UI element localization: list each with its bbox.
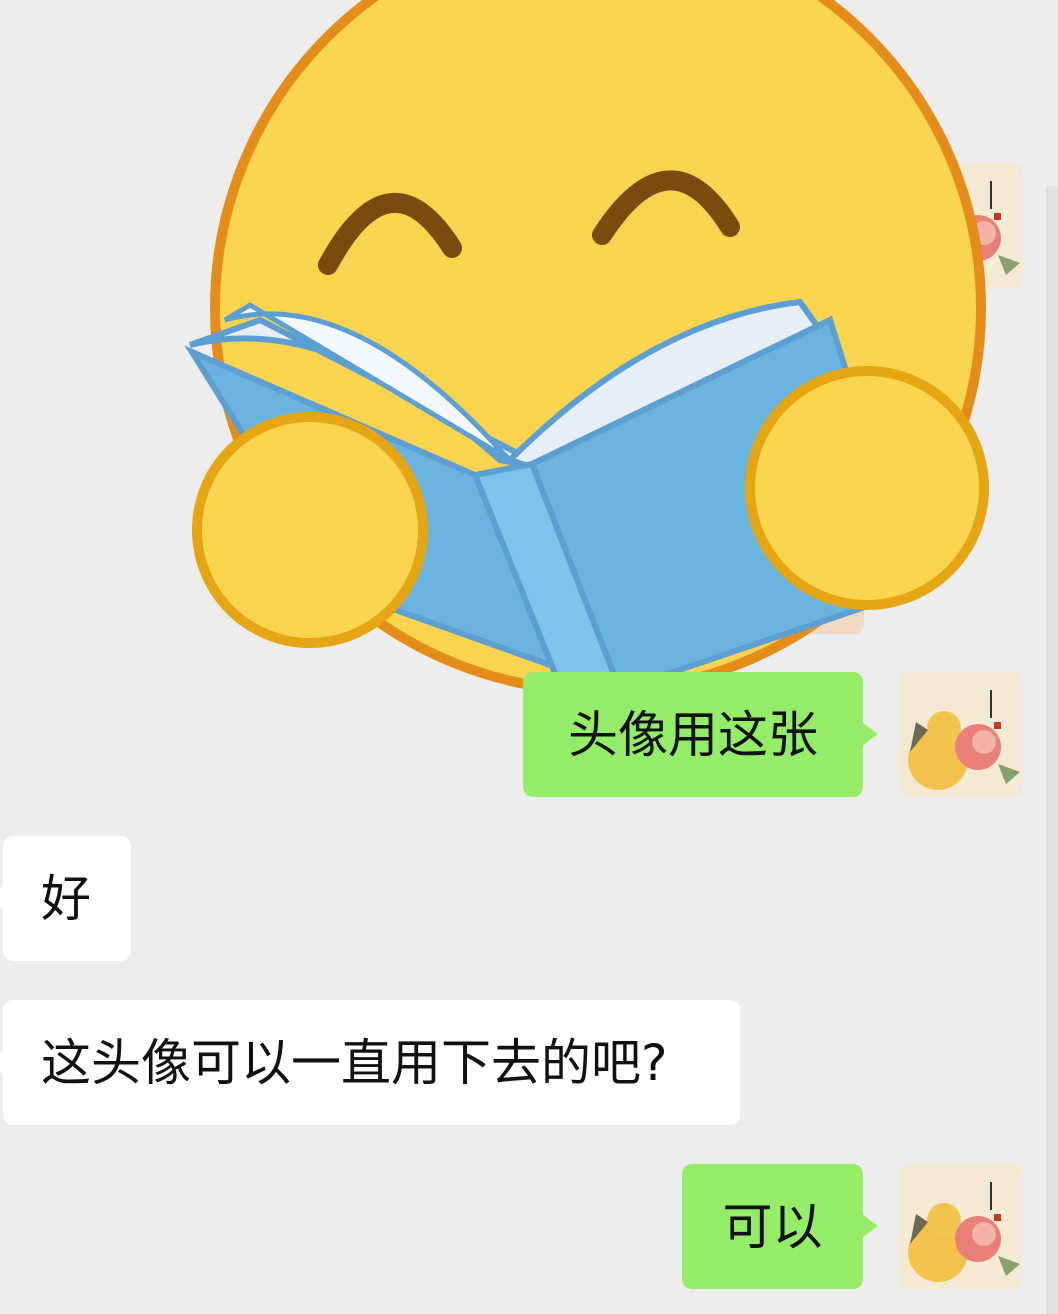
bubble-tail <box>862 722 878 746</box>
message-text: 好 <box>41 869 91 928</box>
message-bubble[interactable]: 好 <box>3 836 131 961</box>
pear-peach-painting-icon <box>898 672 1023 797</box>
message-text: 这头像可以一直用下去的吧? <box>41 1033 668 1092</box>
scrollbar[interactable] <box>1046 186 1058 1314</box>
bubble-tail <box>862 1214 878 1238</box>
book-reading-smiley-icon <box>184 0 989 702</box>
self-avatar[interactable] <box>898 1164 1023 1289</box>
bubble-tail <box>0 886 3 910</box>
message-bubble[interactable]: 头像用这张 <box>523 672 863 797</box>
message-bubble[interactable]: 可以 <box>682 1164 863 1289</box>
message-text: 可以 <box>722 1197 823 1256</box>
message-bubble[interactable]: 这头像可以一直用下去的吧? <box>3 1000 740 1125</box>
sticker-message[interactable] <box>180 0 1020 710</box>
message-text: 头像用这张 <box>568 705 818 764</box>
self-avatar[interactable] <box>898 672 1023 797</box>
bubble-tail <box>0 1050 3 1074</box>
pear-peach-painting-icon <box>898 1164 1023 1289</box>
